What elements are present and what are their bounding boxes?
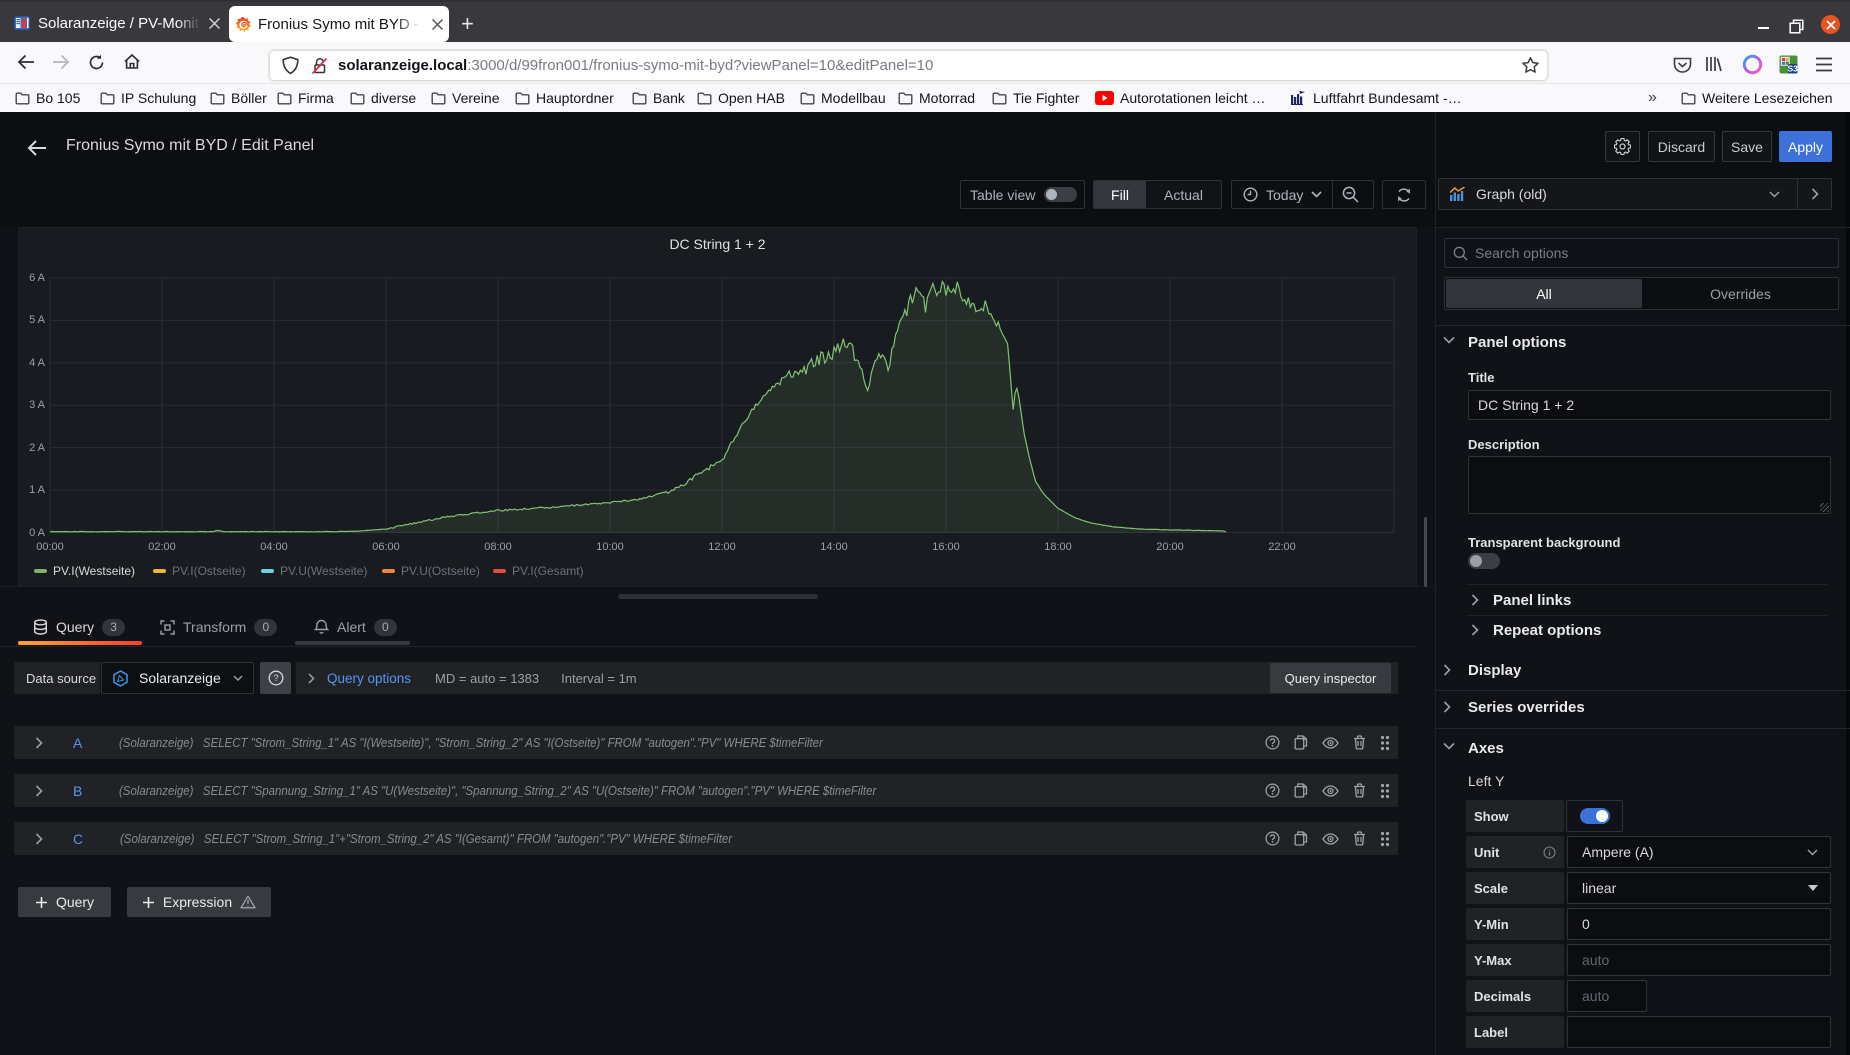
svg-text:S3: S3 (1787, 64, 1798, 74)
svg-text:?: ? (273, 673, 278, 683)
